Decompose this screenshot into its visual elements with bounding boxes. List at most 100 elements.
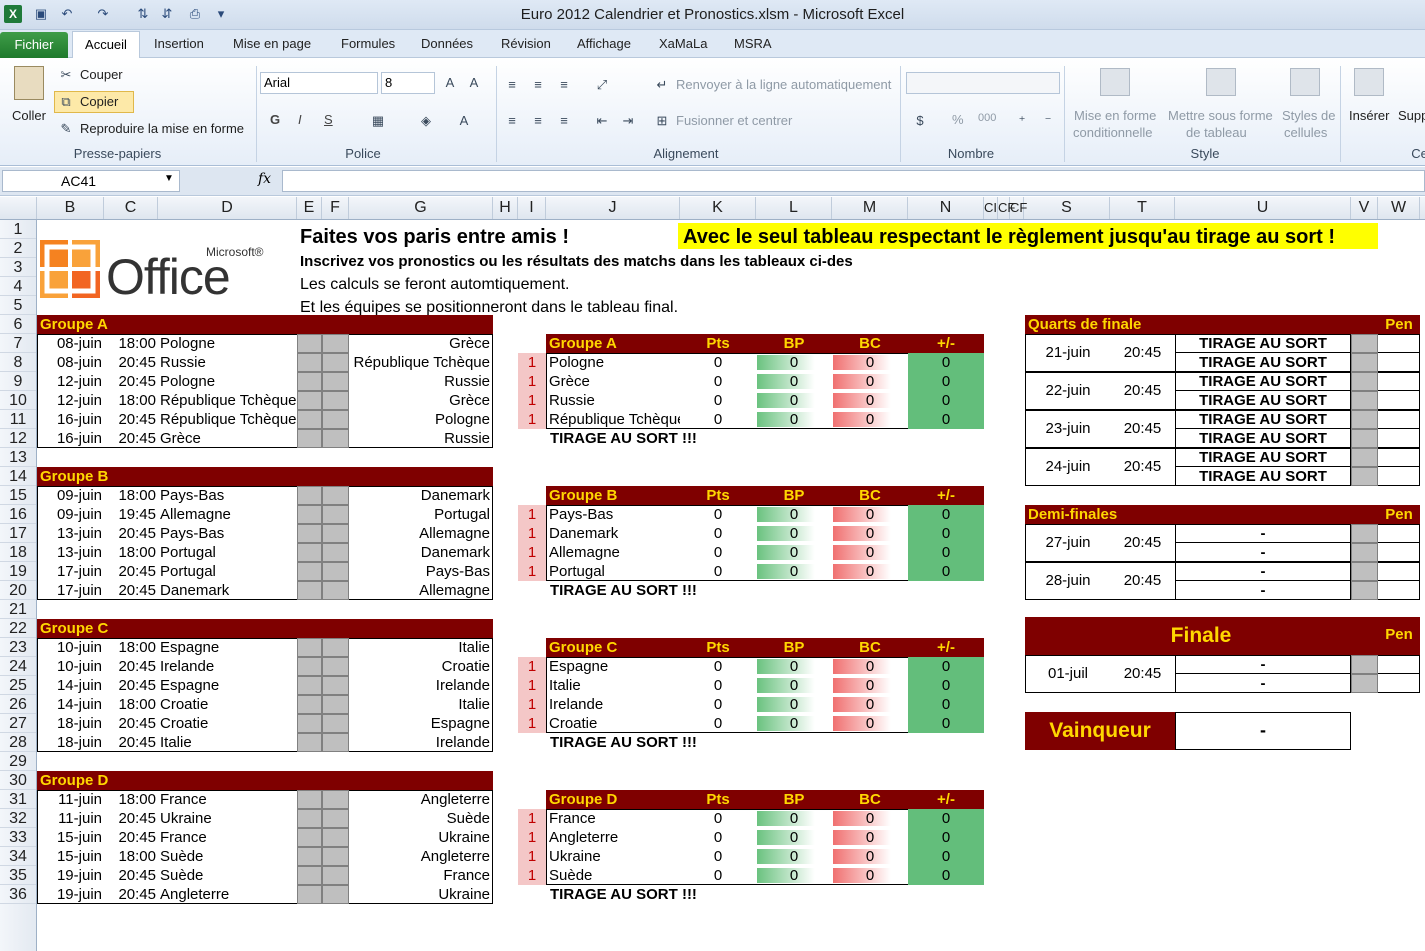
home-score-input[interactable] xyxy=(297,847,322,866)
home-score-input[interactable] xyxy=(297,866,322,885)
home-score-input[interactable] xyxy=(297,353,322,372)
penalty-input[interactable] xyxy=(1378,524,1420,543)
away-score-input[interactable] xyxy=(322,486,349,505)
away-score-input[interactable] xyxy=(322,562,349,581)
penalty-input[interactable] xyxy=(1378,543,1420,562)
away-score-input[interactable] xyxy=(322,790,349,809)
score-input[interactable] xyxy=(1351,448,1378,467)
match-date: 11-juin xyxy=(58,810,102,827)
away-score-input[interactable] xyxy=(322,733,349,752)
away-score-input[interactable] xyxy=(322,334,349,353)
home-score-input[interactable] xyxy=(297,334,322,353)
match-time: 20:45 xyxy=(1123,420,1162,437)
away-score-input[interactable] xyxy=(322,581,349,600)
home-score-input[interactable] xyxy=(297,486,322,505)
standings-team: Irelande xyxy=(549,696,604,713)
away-team: Italie xyxy=(458,696,490,713)
penalty-input[interactable] xyxy=(1378,562,1420,581)
away-score-input[interactable] xyxy=(322,505,349,524)
home-score-input[interactable] xyxy=(297,581,322,600)
away-score-input[interactable] xyxy=(322,353,349,372)
home-score-input[interactable] xyxy=(297,695,322,714)
score-input[interactable] xyxy=(1351,467,1378,486)
score-input[interactable] xyxy=(1351,581,1378,600)
home-score-input[interactable] xyxy=(297,410,322,429)
home-score-input[interactable] xyxy=(297,676,322,695)
goal-diff-cell: 0 xyxy=(941,563,951,580)
away-score-input[interactable] xyxy=(322,638,349,657)
home-score-input[interactable] xyxy=(297,505,322,524)
penalty-input[interactable] xyxy=(1378,467,1420,486)
away-score-input[interactable] xyxy=(322,676,349,695)
home-score-input[interactable] xyxy=(297,391,322,410)
away-score-input[interactable] xyxy=(322,391,349,410)
score-input[interactable] xyxy=(1351,391,1378,410)
score-input[interactable] xyxy=(1351,334,1378,353)
penalty-input[interactable] xyxy=(1378,429,1420,448)
penalty-input[interactable] xyxy=(1378,410,1420,429)
home-score-input[interactable] xyxy=(297,885,322,904)
score-input[interactable] xyxy=(1351,429,1378,448)
away-team: France xyxy=(443,867,490,884)
score-input[interactable] xyxy=(1351,524,1378,543)
away-team: Grèce xyxy=(449,392,490,409)
penalty-input[interactable] xyxy=(1378,391,1420,410)
home-score-input[interactable] xyxy=(297,714,322,733)
match-date: 28-juin xyxy=(1045,572,1091,589)
away-score-input[interactable] xyxy=(322,714,349,733)
penalty-input[interactable] xyxy=(1378,581,1420,600)
home-score-input[interactable] xyxy=(297,524,322,543)
away-score-input[interactable] xyxy=(322,429,349,448)
group-banner: Groupe A xyxy=(37,315,493,334)
score-input[interactable] xyxy=(1351,655,1378,674)
match-date: 24-juin xyxy=(1045,458,1091,475)
match-time: 18:00 xyxy=(118,791,156,808)
home-score-input[interactable] xyxy=(297,543,322,562)
match-date: 09-juin xyxy=(56,487,102,504)
away-score-input[interactable] xyxy=(322,885,349,904)
rank-cell: 1 xyxy=(518,543,546,562)
penalty-input[interactable] xyxy=(1378,334,1420,353)
score-input[interactable] xyxy=(1351,674,1378,693)
home-score-input[interactable] xyxy=(297,733,322,752)
home-score-input[interactable] xyxy=(297,809,322,828)
goals-against-cell: 0 xyxy=(865,563,875,580)
home-score-input[interactable] xyxy=(297,429,322,448)
group-banner: Groupe D xyxy=(37,771,493,790)
goals-for-cell: 0 xyxy=(789,867,799,884)
quarter-team: TIRAGE AU SORT xyxy=(1199,411,1327,428)
score-input[interactable] xyxy=(1351,372,1378,391)
away-score-input[interactable] xyxy=(322,828,349,847)
away-score-input[interactable] xyxy=(322,809,349,828)
away-score-input[interactable] xyxy=(322,695,349,714)
home-score-input[interactable] xyxy=(297,790,322,809)
away-score-input[interactable] xyxy=(322,847,349,866)
penalty-input[interactable] xyxy=(1378,353,1420,372)
home-score-input[interactable] xyxy=(297,562,322,581)
away-score-input[interactable] xyxy=(322,524,349,543)
penalty-input[interactable] xyxy=(1378,674,1420,693)
home-team: Danemark xyxy=(160,582,230,599)
home-score-input[interactable] xyxy=(297,657,322,676)
away-team: Allemagne xyxy=(419,525,490,542)
home-score-input[interactable] xyxy=(297,638,322,657)
goal-diff-cell: 0 xyxy=(941,354,951,371)
points-cell: 0 xyxy=(713,525,723,542)
away-score-input[interactable] xyxy=(322,543,349,562)
away-score-input[interactable] xyxy=(322,410,349,429)
home-score-input[interactable] xyxy=(297,828,322,847)
score-input[interactable] xyxy=(1351,562,1378,581)
home-score-input[interactable] xyxy=(297,372,322,391)
score-input[interactable] xyxy=(1351,353,1378,372)
score-input[interactable] xyxy=(1351,410,1378,429)
group-banner: Groupe B xyxy=(37,467,493,486)
penalty-input[interactable] xyxy=(1378,655,1420,674)
away-score-input[interactable] xyxy=(322,657,349,676)
home-team: Pologne xyxy=(160,335,216,352)
penalty-input[interactable] xyxy=(1378,372,1420,391)
penalty-input[interactable] xyxy=(1378,448,1420,467)
score-input[interactable] xyxy=(1351,543,1378,562)
away-score-input[interactable] xyxy=(322,866,349,885)
semi-team: - xyxy=(1260,582,1266,599)
away-score-input[interactable] xyxy=(322,372,349,391)
